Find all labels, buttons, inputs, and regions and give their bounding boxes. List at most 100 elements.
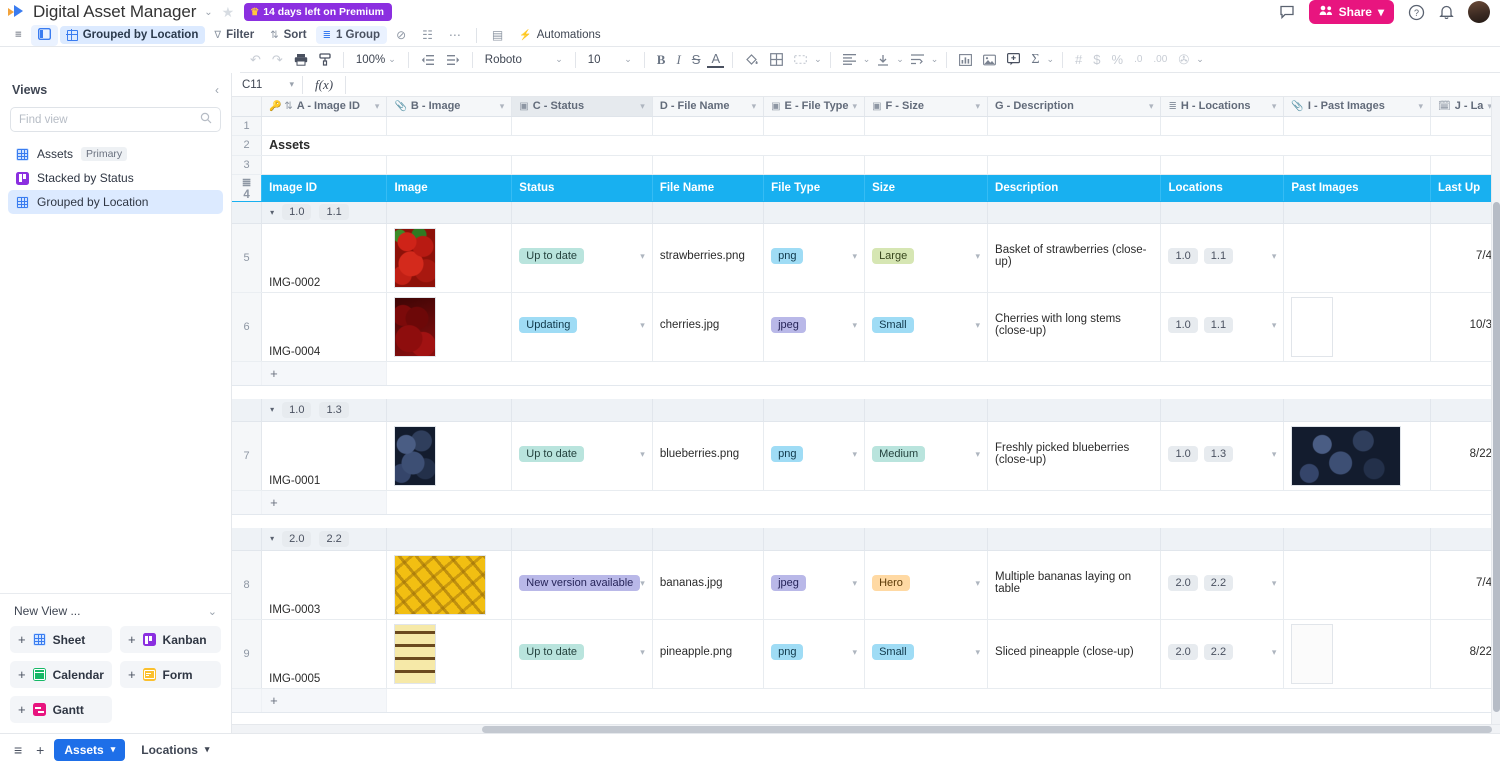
hide-fields-button[interactable]: ⊘ — [389, 25, 413, 45]
cell[interactable] — [987, 116, 1162, 136]
cell[interactable] — [1430, 116, 1500, 136]
table-header-cell[interactable]: Locations — [1160, 174, 1285, 202]
cell[interactable] — [1283, 116, 1431, 136]
sidebar-item-grouped-by-location[interactable]: Grouped by Location — [8, 190, 223, 214]
status-chevron-down-icon[interactable]: ▾ — [640, 578, 645, 589]
asset-thumbnail[interactable] — [394, 227, 437, 288]
add-record-row[interactable]: + — [232, 688, 1500, 713]
past-image-thumbnail[interactable] — [1291, 623, 1334, 684]
row-number[interactable]: 5 — [232, 223, 263, 293]
status-chevron-down-icon[interactable]: ▾ — [640, 251, 645, 262]
current-view-button[interactable]: Grouped by Location — [59, 26, 206, 44]
cell[interactable] — [261, 116, 388, 136]
table-header-cell[interactable]: Status — [511, 174, 653, 202]
cell-file-name[interactable]: strawberries.png — [652, 223, 765, 293]
group-label-cell[interactable]: ▾ 2.0 2.2 — [261, 528, 388, 551]
status-chevron-down-icon[interactable]: ▾ — [640, 647, 645, 658]
cell-past-images[interactable] — [1283, 550, 1431, 620]
collapse-sidebar-icon[interactable]: ‹ — [215, 83, 219, 97]
redo-button[interactable]: ↷ — [268, 50, 287, 70]
column-menu-chevron-down-icon[interactable]: ▾ — [1418, 101, 1423, 112]
text-color-button[interactable]: A — [707, 51, 725, 68]
tab-assets[interactable]: Assets ▾ — [54, 738, 126, 761]
align-button[interactable] — [839, 52, 860, 67]
increase-decimal-button[interactable]: .00 — [1149, 52, 1171, 67]
cell-locations[interactable]: 1.0 1.1 ▾ — [1160, 292, 1285, 362]
locations-chevron-down-icon[interactable]: ▾ — [1272, 449, 1277, 460]
row-number[interactable]: 7 — [232, 421, 263, 491]
status-chevron-down-icon[interactable]: ▾ — [640, 320, 645, 331]
sidebar-item-assets[interactable]: Assets Primary — [8, 142, 223, 166]
row-number[interactable]: 3 — [232, 155, 263, 175]
strikethrough-button[interactable]: S — [688, 50, 705, 69]
table-header-cell[interactable]: Image ID — [261, 174, 388, 202]
cell[interactable] — [1430, 155, 1500, 175]
row-number[interactable]: 6 — [232, 292, 263, 362]
cell-locations[interactable]: 2.0 2.2 ▾ — [1160, 550, 1285, 620]
row-height-button[interactable]: ☷ — [415, 25, 440, 45]
cell-file-type[interactable]: jpeg ▾ — [763, 292, 866, 362]
locations-chevron-down-icon[interactable]: ▾ — [1272, 251, 1277, 262]
cell-status[interactable]: Up to date ▾ — [511, 619, 653, 689]
vertical-scrollbar-thumb[interactable] — [1493, 202, 1500, 712]
cell-description[interactable]: Multiple bananas laying on table — [987, 550, 1162, 620]
cell-file-name[interactable]: pineapple.png — [652, 619, 765, 689]
cell[interactable] — [652, 116, 765, 136]
locations-chevron-down-icon[interactable]: ▾ — [1272, 320, 1277, 331]
undo-button[interactable]: ↶ — [246, 50, 265, 70]
table-header-cell[interactable]: Size — [864, 174, 989, 202]
cell-image-id[interactable]: IMG-0002 — [261, 223, 388, 293]
cell-image[interactable] — [386, 223, 513, 293]
column-menu-chevron-down-icon[interactable]: ▾ — [976, 101, 981, 112]
cell[interactable] — [1160, 155, 1285, 175]
cell-file-type[interactable]: png ▾ — [763, 223, 866, 293]
size-chevron-down-icon[interactable]: ▾ — [976, 251, 981, 262]
cell-file-type[interactable]: jpeg ▾ — [763, 550, 866, 620]
cell-past-images[interactable] — [1283, 292, 1431, 362]
cell-description[interactable]: Cherries with long stems (close-up) — [987, 292, 1162, 362]
indent-increase-button[interactable] — [442, 52, 464, 68]
merge-cells-button[interactable] — [790, 51, 811, 68]
horizontal-scrollbar[interactable] — [232, 724, 1500, 733]
share-button[interactable]: Share ▾ — [1308, 0, 1394, 24]
cell-file-name[interactable]: cherries.jpg — [652, 292, 765, 362]
size-chevron-down-icon[interactable]: ▾ — [976, 578, 981, 589]
share-view-button[interactable]: ▤ — [485, 25, 510, 45]
size-chevron-down-icon[interactable]: ▾ — [976, 647, 981, 658]
cell[interactable] — [386, 116, 513, 136]
cell-image[interactable] — [386, 292, 513, 362]
status-chevron-down-icon[interactable]: ▾ — [640, 449, 645, 460]
zoom-select[interactable]: 100% ⌄ — [352, 52, 400, 68]
group-label-cell[interactable]: ▾ 1.0 1.1 — [261, 201, 388, 224]
cell-image[interactable] — [386, 421, 513, 491]
cell-past-images[interactable] — [1283, 619, 1431, 689]
font-family-select[interactable]: Roboto ⌄ — [481, 52, 567, 68]
format-number-button[interactable]: # — [1071, 50, 1086, 69]
vertical-scrollbar[interactable] — [1491, 97, 1500, 724]
row-number[interactable]: 2 — [232, 135, 263, 156]
add-record-button[interactable]: + — [261, 688, 388, 713]
cell-file-type[interactable]: png ▾ — [763, 421, 866, 491]
sidebar-toggle-button[interactable]: ≡ — [8, 26, 29, 44]
find-view-field[interactable] — [10, 107, 221, 132]
comment-icon[interactable] — [1279, 4, 1295, 20]
sum-chevron-down-icon[interactable]: ⌄ — [1046, 54, 1054, 65]
column-header-a[interactable]: 🔑 ⇅ A - Image ID ▾ — [261, 97, 388, 117]
indent-decrease-button[interactable] — [417, 52, 439, 68]
column-menu-chevron-down-icon[interactable]: ▾ — [1272, 101, 1277, 112]
filter-button[interactable]: ∇ Filter — [207, 26, 261, 44]
cell-image-id[interactable]: IMG-0004 — [261, 292, 388, 362]
decrease-decimal-button[interactable]: .0 — [1130, 52, 1146, 67]
group-button[interactable]: ≣ 1 Group — [315, 26, 388, 44]
add-calendar-view-button[interactable]: + Calendar — [10, 661, 112, 688]
row-number[interactable]: 8 — [232, 550, 263, 620]
panel-toggle-button[interactable] — [30, 24, 58, 46]
more-formats-button[interactable]: ✇ — [1174, 50, 1193, 70]
format-percent-button[interactable]: % — [1108, 50, 1128, 69]
insert-comment-button[interactable] — [1003, 51, 1024, 68]
wrap-chevron-down-icon[interactable]: ⌄ — [931, 54, 939, 65]
column-menu-chevron-down-icon[interactable]: ▾ — [640, 101, 645, 112]
search-input[interactable] — [19, 113, 200, 126]
cell[interactable] — [763, 155, 866, 175]
font-size-select[interactable]: 10 ⌄ — [584, 52, 636, 68]
